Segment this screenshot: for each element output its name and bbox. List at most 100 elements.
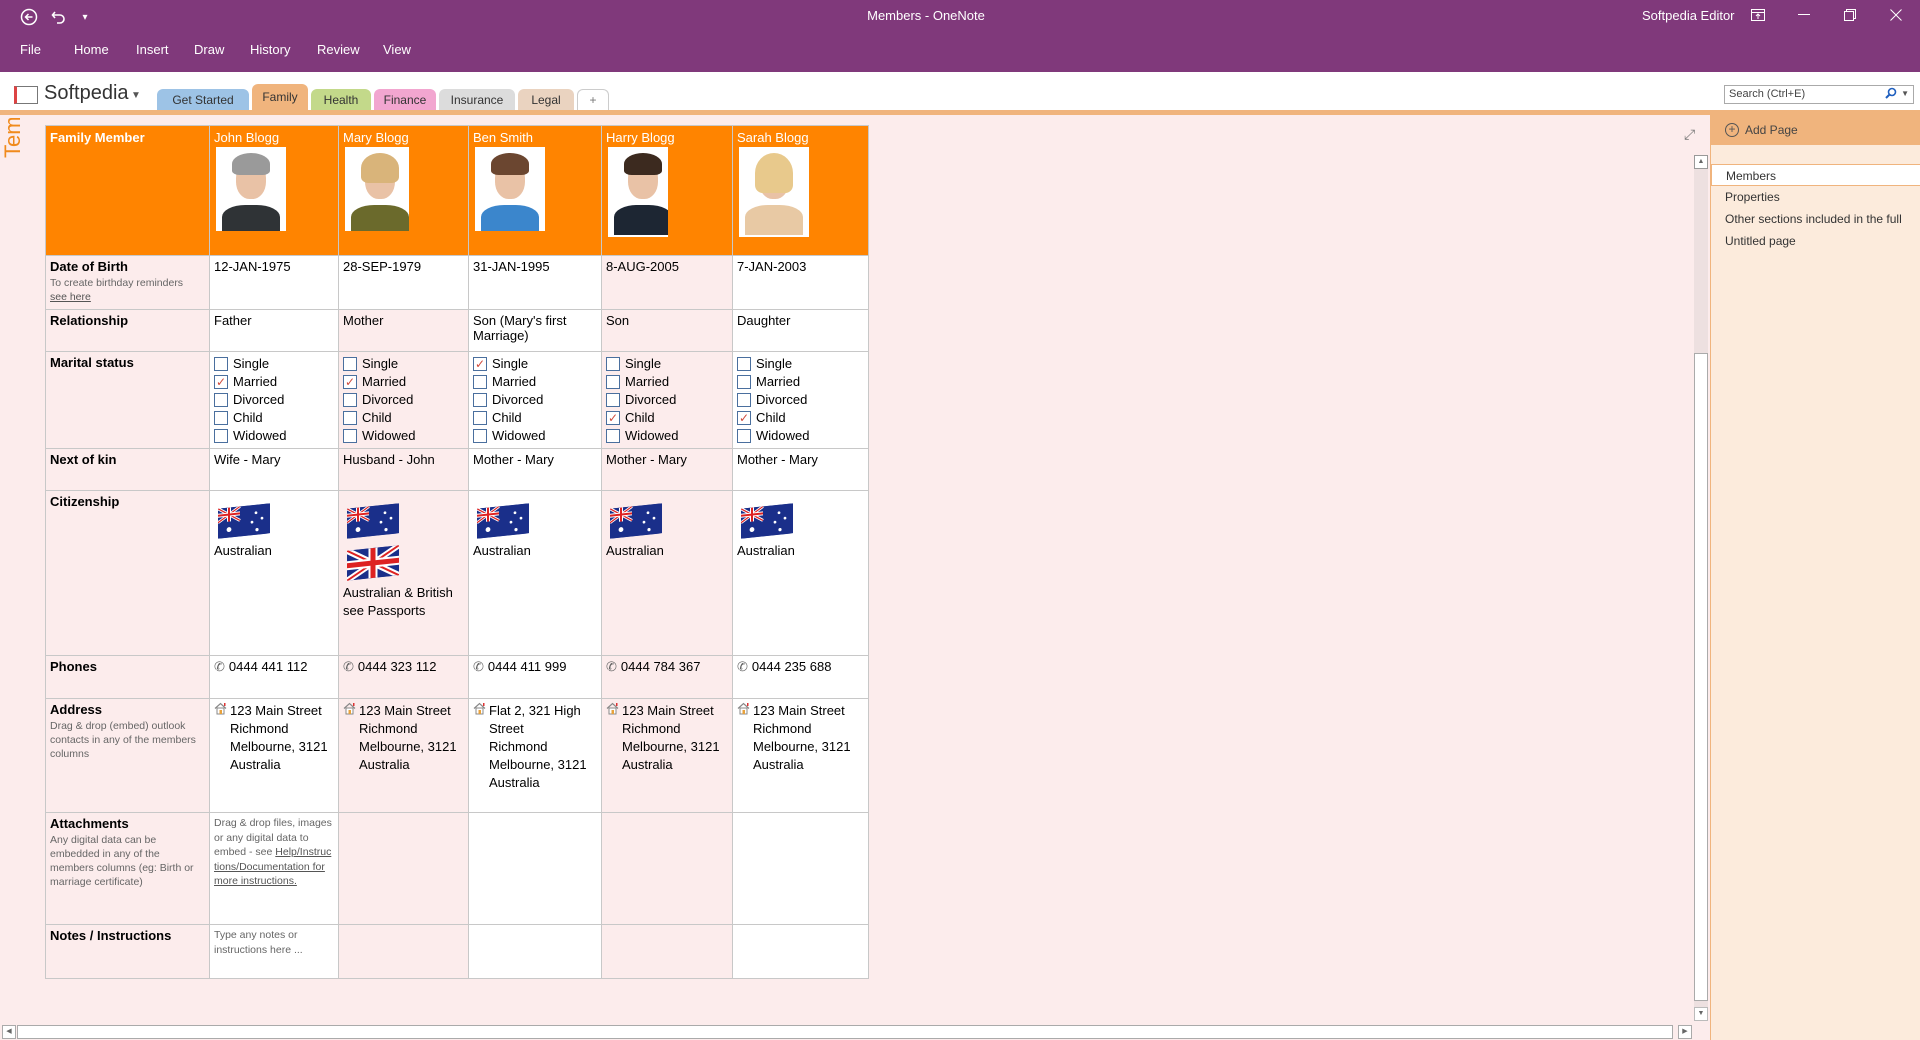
marital-option[interactable]: Married: [606, 373, 728, 391]
horizontal-scrollbar[interactable]: ◀ ▶: [0, 1024, 1692, 1040]
scroll-left-icon[interactable]: ◀: [2, 1025, 16, 1039]
birthday-reminders-link[interactable]: see here: [50, 291, 91, 303]
marital-option[interactable]: Divorced: [606, 391, 728, 409]
next-of-kin-cell[interactable]: Mother - Mary: [732, 448, 869, 491]
marital-option[interactable]: Widowed: [606, 427, 728, 445]
checkbox[interactable]: [606, 357, 620, 371]
attachments-cell[interactable]: [601, 812, 733, 925]
section-tab-get-started[interactable]: Get Started: [157, 89, 249, 110]
checkbox[interactable]: [343, 429, 357, 443]
menu-view[interactable]: View: [383, 42, 411, 57]
checkbox[interactable]: [606, 393, 620, 407]
member-header[interactable]: Ben Smith: [468, 125, 602, 256]
marital-option[interactable]: Married: [737, 373, 864, 391]
section-tab-health[interactable]: Health: [311, 89, 371, 110]
add-page-button[interactable]: + Add Page: [1711, 115, 1920, 145]
relationship-cell[interactable]: Mother: [338, 309, 469, 352]
checkbox[interactable]: [737, 357, 751, 371]
add-section-button[interactable]: +: [577, 89, 609, 110]
ribbon-display-icon[interactable]: [1738, 3, 1778, 27]
marital-option[interactable]: Married: [473, 373, 597, 391]
section-tab-legal[interactable]: Legal: [518, 89, 574, 110]
marital-option[interactable]: Child: [214, 409, 334, 427]
marital-option[interactable]: Divorced: [214, 391, 334, 409]
marital-option[interactable]: Single: [606, 355, 728, 373]
relationship-cell[interactable]: Father: [209, 309, 339, 352]
checkbox[interactable]: [473, 375, 487, 389]
marital-option[interactable]: Child: [343, 409, 464, 427]
notes-cell[interactable]: [338, 924, 469, 979]
marital-option[interactable]: Divorced: [473, 391, 597, 409]
notes-cell[interactable]: [468, 924, 602, 979]
page-title-fragment[interactable]: Tem: [0, 118, 26, 158]
dob-cell[interactable]: 7-JAN-2003: [732, 255, 869, 310]
notebook-name[interactable]: Softpedia: [44, 82, 129, 105]
next-of-kin-cell[interactable]: Mother - Mary: [601, 448, 733, 491]
marital-option[interactable]: Widowed: [737, 427, 864, 445]
checkbox[interactable]: [737, 375, 751, 389]
marital-option[interactable]: ✓ Single: [473, 355, 597, 373]
search-icon[interactable]: [1885, 87, 1897, 102]
close-icon[interactable]: [1876, 3, 1916, 27]
checkbox[interactable]: [214, 393, 228, 407]
relationship-cell[interactable]: Daughter: [732, 309, 869, 352]
minimize-icon[interactable]: [1784, 3, 1824, 27]
dob-cell[interactable]: 31-JAN-1995: [468, 255, 602, 310]
citizenship-cell[interactable]: Australian: [209, 490, 339, 656]
marital-option[interactable]: Single: [343, 355, 464, 373]
dob-cell[interactable]: 12-JAN-1975: [209, 255, 339, 310]
attachments-cell[interactable]: [338, 812, 469, 925]
address-cell[interactable]: Flat 2, 321 High Street Richmond Melbourne…: [468, 698, 602, 813]
checkbox[interactable]: [473, 393, 487, 407]
address-cell[interactable]: 123 Main Street Richmond Melbourne, 3121 Au…: [732, 698, 869, 813]
next-of-kin-cell[interactable]: Mother - Mary: [468, 448, 602, 491]
checkbox[interactable]: [343, 357, 357, 371]
address-cell[interactable]: 123 Main Street Richmond Melbourne, 3121 Au…: [209, 698, 339, 813]
menu-file[interactable]: File: [20, 42, 41, 57]
address-cell[interactable]: 123 Main Street Richmond Melbourne, 3121 Au…: [338, 698, 469, 813]
attachments-cell[interactable]: [468, 812, 602, 925]
menu-history[interactable]: History: [250, 42, 290, 57]
next-of-kin-cell[interactable]: Husband - John: [338, 448, 469, 491]
menu-review[interactable]: Review: [317, 42, 360, 57]
chevron-down-icon[interactable]: ▼: [131, 90, 141, 101]
checkbox[interactable]: ✓: [214, 375, 228, 389]
citizenship-cell[interactable]: Australian: [601, 490, 733, 656]
scroll-up-icon[interactable]: ▲: [1694, 155, 1708, 169]
checkbox[interactable]: [737, 393, 751, 407]
checkbox[interactable]: [343, 393, 357, 407]
marital-option[interactable]: Widowed: [343, 427, 464, 445]
phone-cell[interactable]: ✆ 0444 411 999: [468, 655, 602, 699]
checkbox[interactable]: [214, 429, 228, 443]
scroll-right-icon[interactable]: ▶: [1678, 1025, 1692, 1039]
checkbox[interactable]: [606, 429, 620, 443]
checkbox[interactable]: [343, 411, 357, 425]
page-item-members[interactable]: Members: [1711, 164, 1920, 186]
member-header[interactable]: Sarah Blogg: [732, 125, 869, 256]
checkbox[interactable]: [473, 429, 487, 443]
marital-option[interactable]: Widowed: [473, 427, 597, 445]
checkbox[interactable]: [737, 429, 751, 443]
checkbox[interactable]: [214, 411, 228, 425]
marital-option[interactable]: ✓ Child: [606, 409, 728, 427]
phone-cell[interactable]: ✆ 0444 784 367: [601, 655, 733, 699]
section-tab-family[interactable]: Family: [252, 84, 308, 110]
marital-option[interactable]: Widowed: [214, 427, 334, 445]
notes-cell[interactable]: Type any notes or instructions here ...: [209, 924, 339, 979]
member-header[interactable]: Mary Blogg: [338, 125, 469, 256]
checkbox[interactable]: [606, 375, 620, 389]
member-header[interactable]: Harry Blogg: [601, 125, 733, 256]
phone-cell[interactable]: ✆ 0444 323 112: [338, 655, 469, 699]
menu-home[interactable]: Home: [74, 42, 109, 57]
relationship-cell[interactable]: Son: [601, 309, 733, 352]
page-item-other-sections[interactable]: Other sections included in the full: [1711, 208, 1920, 230]
vertical-scroll-thumb[interactable]: [1694, 353, 1708, 1001]
section-tab-finance[interactable]: Finance: [374, 89, 436, 110]
checkbox[interactable]: ✓: [473, 357, 487, 371]
attachments-cell[interactable]: Drag & drop files, images or any digital…: [209, 812, 339, 925]
notebook-icon[interactable]: [14, 86, 38, 104]
marital-option[interactable]: Divorced: [343, 391, 464, 409]
dob-cell[interactable]: 8-AUG-2005: [601, 255, 733, 310]
expand-icon[interactable]: ⤢: [1684, 126, 1695, 143]
checkbox[interactable]: ✓: [737, 411, 751, 425]
